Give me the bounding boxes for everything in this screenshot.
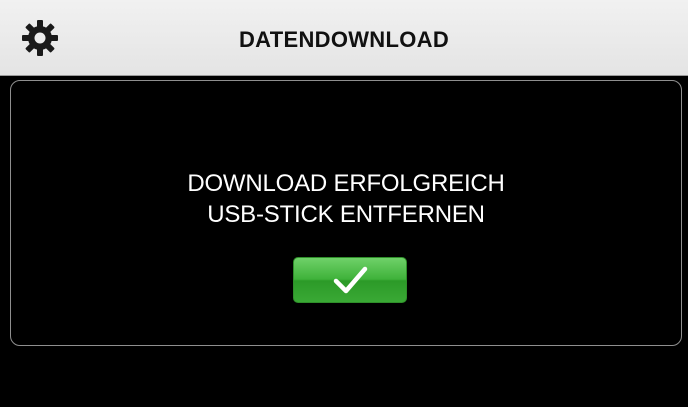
page-title: DATENDOWNLOAD [238, 27, 450, 52]
status-dialog: DOWNLOAD ERFOLGREICH USB-STICK ENTFERNEN [10, 80, 682, 346]
confirm-button[interactable] [293, 257, 407, 303]
header-bar: DATENDOWNLOAD [0, 0, 688, 76]
remove-usb-message: USB-STICK ENTFERNEN [207, 201, 485, 228]
success-message: DOWNLOAD ERFOLGREICH [187, 170, 505, 197]
checkmark-icon [333, 266, 368, 294]
